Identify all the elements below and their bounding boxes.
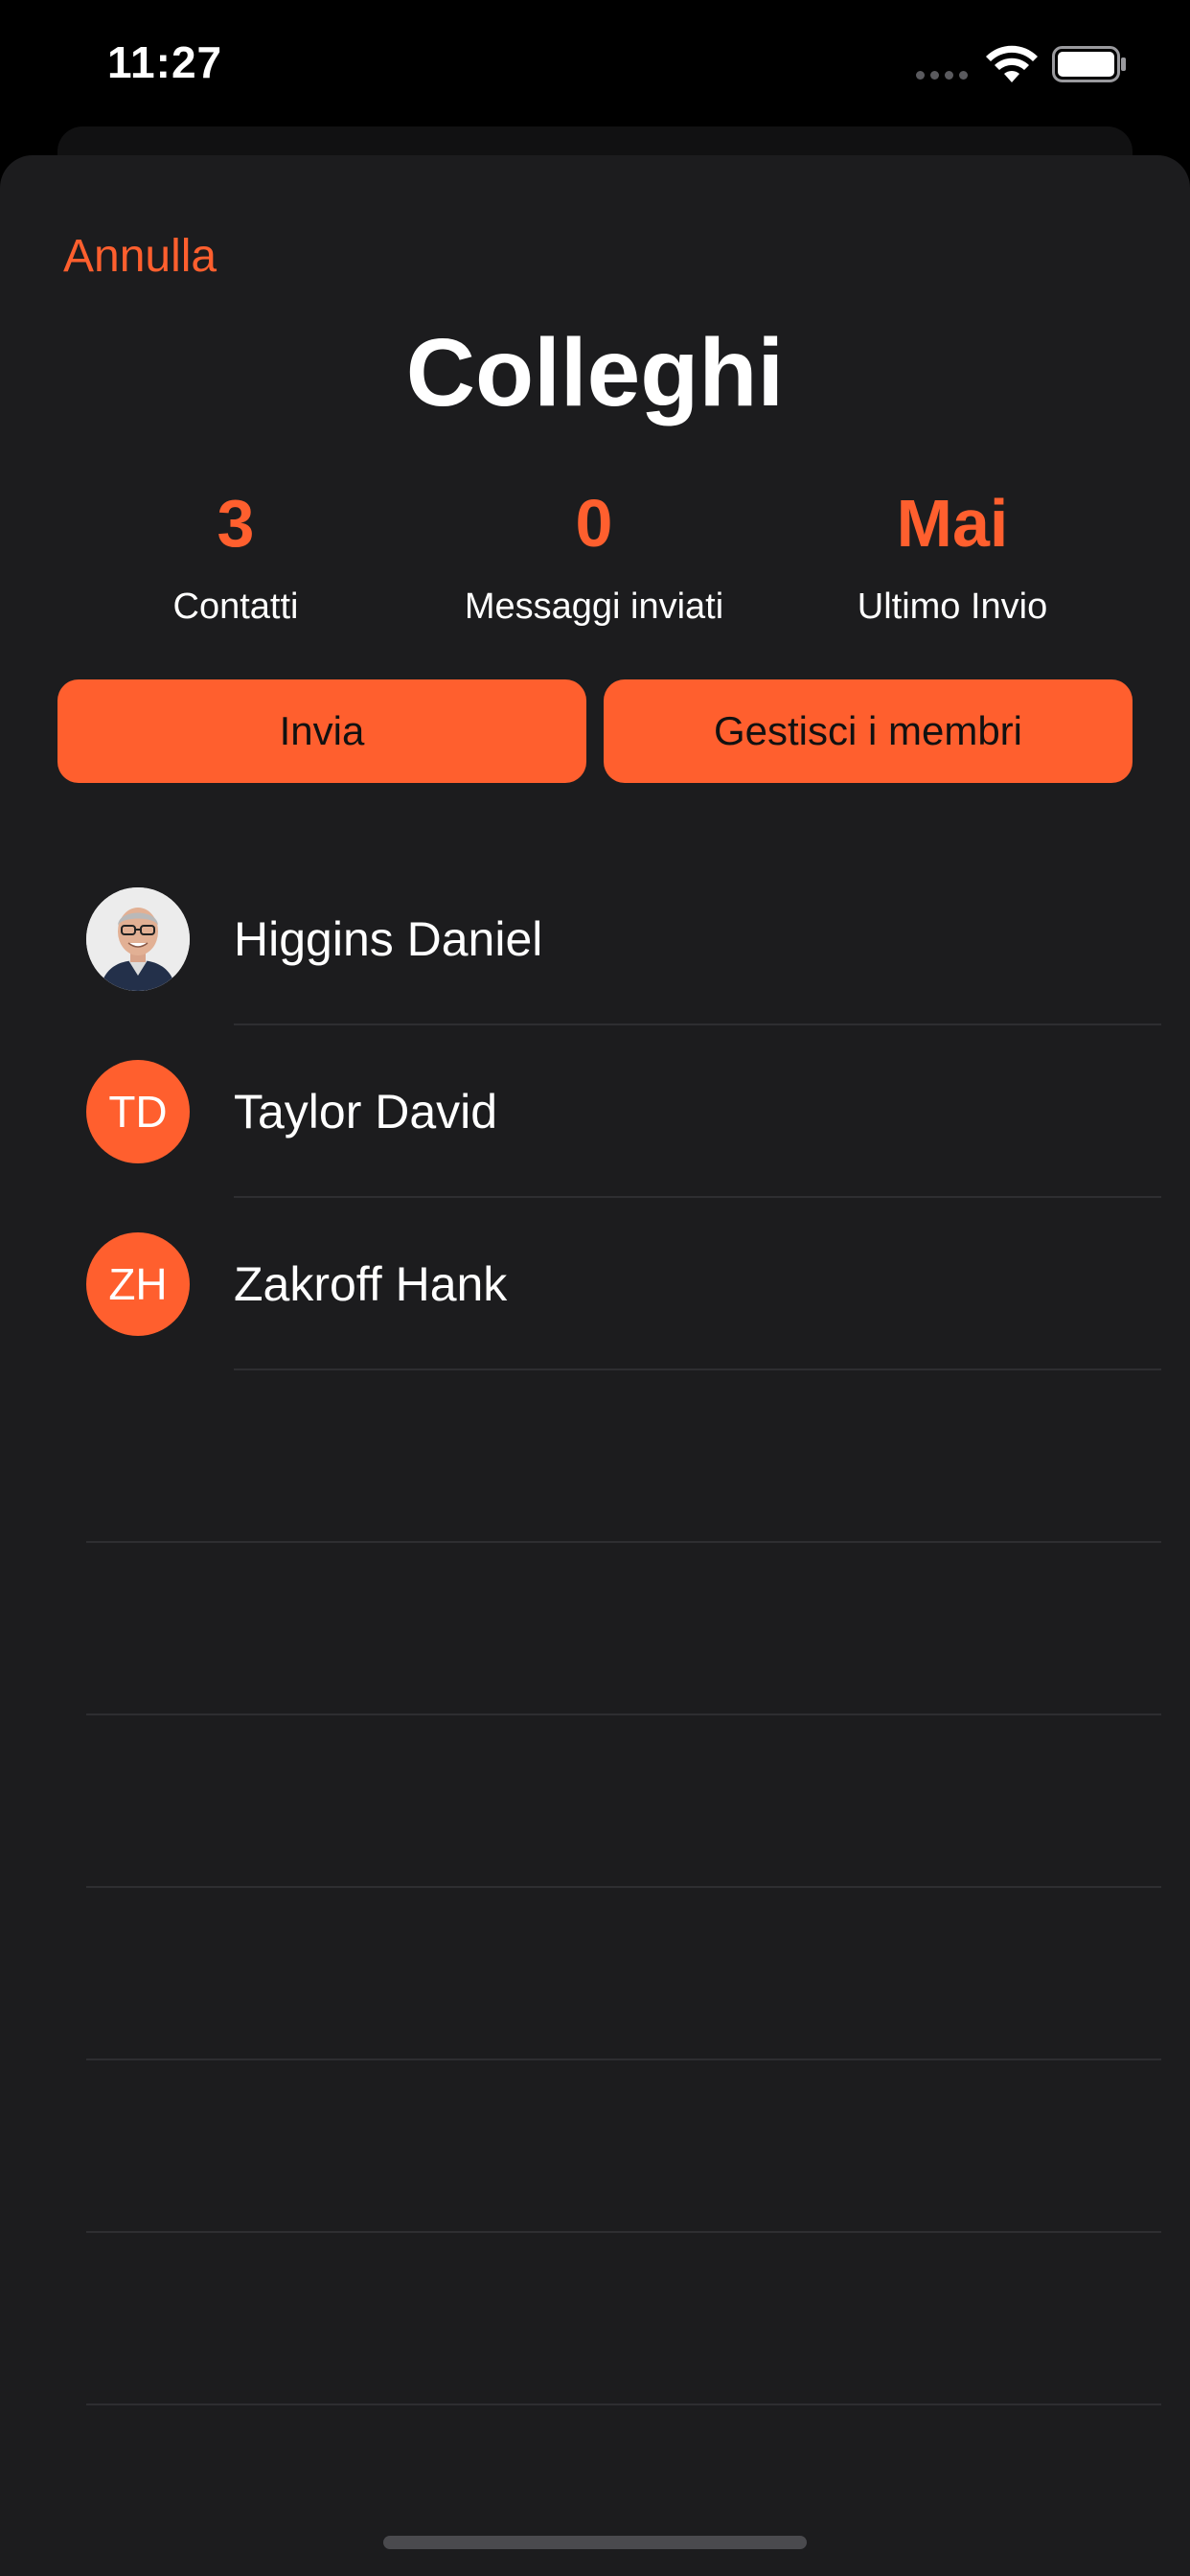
manage-members-button[interactable]: Gestisci i membri: [604, 679, 1133, 783]
action-buttons: Invia Gestisci i membri: [57, 679, 1133, 783]
empty-row: [0, 1888, 1190, 2060]
contact-name: Higgins Daniel: [234, 912, 543, 966]
contact-name: Zakroff Hank: [234, 1257, 508, 1311]
stat-value: 3: [217, 486, 255, 561]
list-item[interactable]: ZH Zakroff Hank: [0, 1198, 1190, 1370]
avatar-photo: [86, 887, 190, 991]
stat-label: Messaggi inviati: [464, 586, 724, 627]
wifi-icon: [986, 45, 1038, 82]
empty-row: [0, 1370, 1190, 1543]
cellular-signal-icon: [916, 71, 968, 80]
list-item[interactable]: Higgins Daniel: [0, 853, 1190, 1025]
stat-last-send: Mai Ultimo Invio: [770, 483, 1134, 629]
status-time: 11:27: [107, 37, 223, 87]
divider: [86, 2404, 1161, 2405]
avatar: TD: [86, 1060, 190, 1163]
send-button[interactable]: Invia: [57, 679, 586, 783]
stats-row: 3 Contatti 0 Messaggi inviati Mai Ultimo…: [0, 483, 1190, 646]
contacts-list: Higgins Daniel TD Taylor David ZH Zakrof…: [0, 853, 1190, 2405]
stat-messages-sent: 0 Messaggi inviati: [412, 483, 776, 629]
page-title: Colleghi: [405, 319, 785, 426]
avatar: [86, 887, 190, 991]
list-item[interactable]: TD Taylor David: [0, 1025, 1190, 1198]
status-bar: 11:27: [0, 0, 1190, 126]
home-indicator[interactable]: [383, 2536, 807, 2549]
group-sheet: Annulla Colleghi 3 Contatti 0 Messaggi i…: [0, 155, 1190, 2576]
empty-row: [0, 1715, 1190, 1888]
empty-row: [0, 2233, 1190, 2405]
stat-value: Mai: [896, 486, 1009, 561]
contact-name: Taylor David: [234, 1085, 498, 1138]
stat-contacts: 3 Contatti: [54, 483, 418, 629]
empty-row: [0, 2060, 1190, 2233]
battery-icon: [1052, 46, 1126, 82]
empty-row: [0, 1543, 1190, 1715]
avatar: ZH: [86, 1232, 190, 1336]
cancel-button[interactable]: Annulla: [63, 230, 217, 283]
stat-label: Contatti: [172, 586, 299, 627]
stat-label: Ultimo Invio: [857, 586, 1048, 627]
stat-value: 0: [575, 486, 613, 561]
